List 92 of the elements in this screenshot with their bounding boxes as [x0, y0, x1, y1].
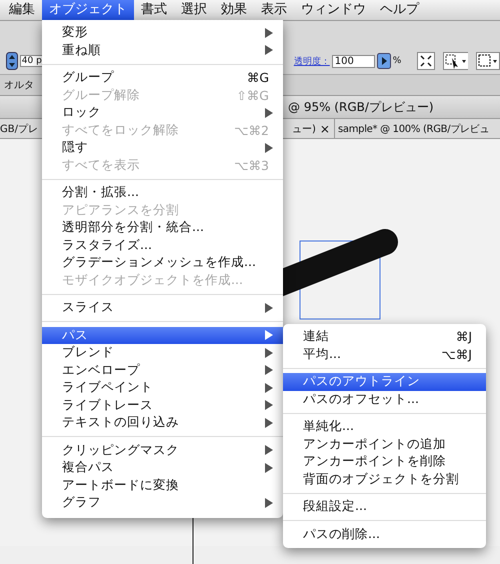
menu-item-label: パス	[62, 326, 89, 344]
menu-item[interactable]: ブレンド	[42, 344, 283, 362]
menu-item[interactable]: 分割・拡張...	[42, 184, 283, 202]
marquee-icon[interactable]	[476, 52, 500, 70]
menu-item-label: ブレンド	[62, 344, 115, 362]
dropdown-arrow-icon[interactable]	[377, 53, 391, 69]
menu-item-label: ラスタライズ...	[62, 236, 153, 254]
shortcut-label: ⌥⌘3	[234, 158, 269, 173]
document-tab[interactable]: sample* @ 100% (RGB/プレビュ	[334, 119, 490, 138]
menu-item-label: 単純化...	[303, 418, 355, 436]
menu-item[interactable]: アートボードに変換	[42, 476, 283, 494]
close-tab-button[interactable]: ×	[320, 122, 330, 136]
menu-item[interactable]: 単純化...	[283, 418, 486, 436]
menu-item-label: クリッピングマスク	[62, 442, 180, 459]
menu-item[interactable]: スライス	[42, 299, 283, 316]
menu-item[interactable]: ロック	[42, 104, 283, 122]
menu-item-label: 重ね順	[62, 42, 102, 59]
selection-tool-icon[interactable]	[442, 52, 468, 70]
opacity-label: 透明度：	[294, 56, 330, 68]
shortcut-label: ⌘J	[456, 329, 472, 344]
opacity-unit: %	[392, 56, 402, 66]
menu-item-label: スライス	[62, 299, 115, 316]
menu-bar-item[interactable]: 表示	[254, 0, 294, 20]
menu-item[interactable]: アンカーポイントの追加	[283, 436, 486, 453]
opacity-field[interactable]: 100	[332, 54, 376, 68]
menu-item-label: エンベロープ	[62, 362, 141, 379]
menu-item-label: 平均...	[303, 346, 342, 363]
menu-item[interactable]: アンカーポイントを削除	[283, 453, 486, 470]
panel-tab[interactable]: オルタ	[0, 78, 38, 92]
menu-item[interactable]: 重ね順	[42, 42, 283, 59]
menu-item-label: 段組設定...	[303, 498, 368, 516]
menu-item-label: モザイクオブジェクトを作成...	[62, 272, 244, 289]
menu-item-label: アンカーポイントを削除	[303, 453, 447, 470]
document-title: @ 95% (RGB/プレビュー)	[288, 98, 434, 116]
menu-item-label: パスのアウトライン	[303, 373, 421, 390]
menu-item[interactable]: グループ ⌘G	[42, 69, 283, 86]
menu-item[interactable]: グラデーションメッシュを作成...	[42, 254, 283, 272]
menu-item-label: 複合パス	[62, 459, 115, 476]
menu-item[interactable]: 変形	[42, 24, 283, 42]
menu-bar-item[interactable]: 書式	[134, 0, 174, 20]
menu-item[interactable]: ラスタライズ...	[42, 236, 283, 254]
menu-item[interactable]: パスのアウトライン	[283, 373, 486, 390]
menu-item[interactable]: 隠す	[42, 139, 283, 156]
menu-bar-item[interactable]: ウィンドウ	[294, 0, 373, 20]
menu-item-label: パスのオフセット...	[303, 390, 420, 408]
align-icon[interactable]	[417, 52, 435, 70]
menu-bar-item[interactable]: 選択	[174, 0, 214, 20]
menu-item-label: ロック	[62, 104, 102, 122]
menu-item-label: グラフ	[62, 494, 102, 512]
shortcut-label: ⌥⌘J	[441, 346, 472, 362]
menu-bar-item[interactable]: 効果	[214, 0, 254, 20]
size-field[interactable]: 40 p	[20, 55, 44, 67]
menu-item[interactable]: グラフ	[42, 494, 283, 512]
stepper-icon[interactable]	[6, 52, 18, 70]
menu-item-label: グループ解除	[62, 86, 141, 104]
menu-item[interactable]: ライブペイント	[42, 379, 283, 396]
menu-item-label: 分割・拡張...	[62, 184, 140, 202]
menu-item[interactable]: テキストの回り込み	[42, 414, 283, 432]
menu-item-label: アピアランスを分割	[62, 202, 180, 219]
menu-bar-item[interactable]: 編集	[2, 0, 42, 20]
menu-item[interactable]: ライブトレース	[42, 396, 283, 414]
menu-item-label: 連結	[303, 328, 330, 346]
menu-item[interactable]: 連結 ⌘J	[283, 328, 486, 346]
menu-item[interactable]: クリッピングマスク	[42, 442, 283, 459]
menu-item[interactable]: パス	[42, 326, 283, 344]
menu-item-label: グループ	[62, 69, 115, 86]
menu-item-label: ライブトレース	[62, 396, 154, 414]
menu-item-label: アンカーポイントの追加	[303, 436, 447, 453]
menu-item-label: ライブペイント	[62, 379, 154, 396]
menu-item[interactable]: 段組設定...	[283, 498, 486, 516]
menu-item-label: すべてをロック解除	[62, 122, 180, 139]
menu-item-label: 背面のオブジェクトを分割	[303, 470, 460, 488]
shortcut-label: ⌥⌘2	[234, 122, 269, 138]
menu-item[interactable]: 平均... ⌥⌘J	[283, 346, 486, 363]
menu-bar-item[interactable]: オブジェクト	[42, 0, 134, 20]
menu-item[interactable]: パスのオフセット...	[283, 390, 486, 408]
menu-item[interactable]: エンベロープ	[42, 362, 283, 379]
menu-item-label: 透明部分を分割・統合...	[62, 219, 205, 236]
menu-item[interactable]: 背面のオブジェクトを分割	[283, 470, 486, 488]
menu-item-label: テキストの回り込み	[62, 414, 180, 432]
menu-item-label: アートボードに変換	[62, 476, 180, 494]
menu-item-label: パスの削除...	[303, 526, 381, 543]
menu-item-label: グラデーションメッシュを作成...	[62, 254, 257, 272]
shortcut-label: ⌘G	[246, 70, 269, 86]
shortcut-label: ⇧⌘G	[236, 88, 269, 103]
menu-item[interactable]: 透明部分を分割・統合...	[42, 219, 283, 236]
menu-item-label: 変形	[62, 24, 89, 42]
menu-bar-item[interactable]: ヘルプ	[373, 0, 426, 20]
menu-item-label: すべてを表示	[62, 156, 141, 174]
menu-item[interactable]: 複合パス	[42, 459, 283, 476]
menu-item[interactable]: パスの削除...	[283, 526, 486, 543]
menu-item-label: 隠す	[62, 139, 89, 156]
